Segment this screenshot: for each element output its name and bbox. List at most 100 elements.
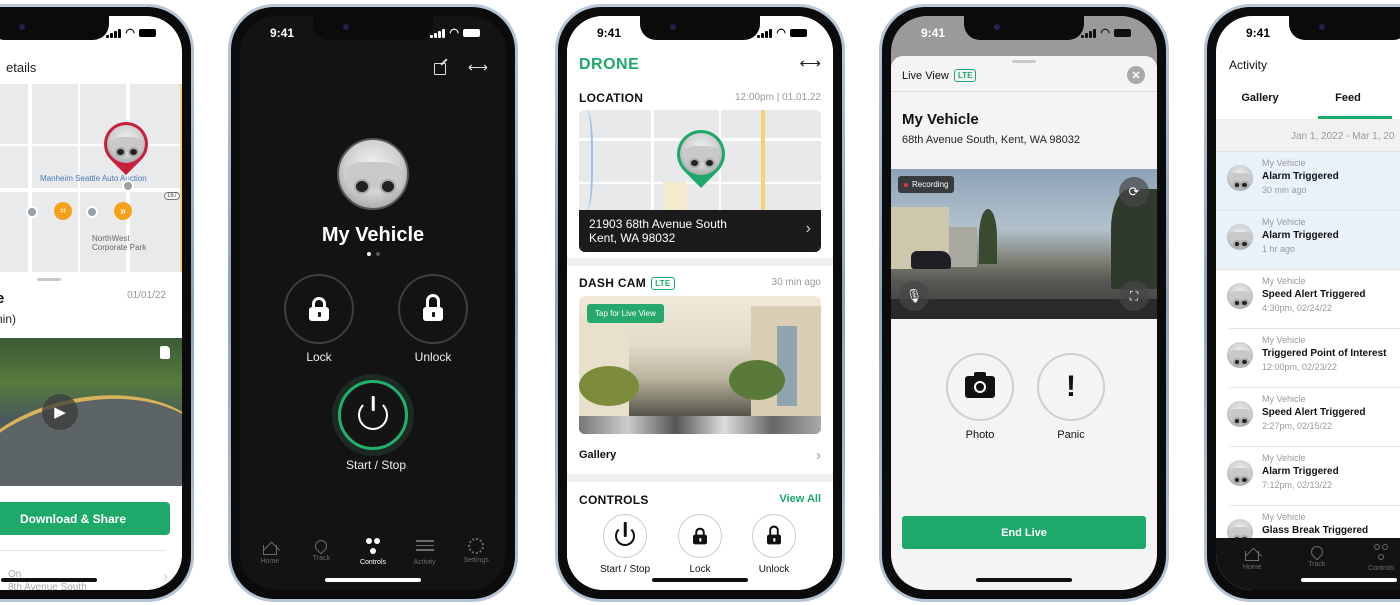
- unlock-button[interactable]: [398, 274, 468, 344]
- tab-track[interactable]: Track: [296, 537, 348, 590]
- feed-item-source: My Vehicle: [1262, 394, 1306, 404]
- feed-item[interactable]: My Vehicle Speed Alert Triggered 2:27pm, 0…: [1227, 388, 1400, 447]
- feed-item-source: My Vehicle: [1262, 158, 1306, 168]
- address-line2: Kent, WA 98032: [589, 231, 676, 245]
- sheet-title: Live View LTE: [902, 69, 977, 82]
- drag-handle[interactable]: [37, 278, 61, 281]
- location-timestamp: 12:00pm | 01.01.22: [735, 92, 821, 103]
- speed-marker-icon[interactable]: »: [114, 202, 132, 220]
- phone-activity-feed: 9:41 ◠ Activity Gallery Feed Jan 1, 2022…: [1204, 4, 1400, 602]
- page-indicator[interactable]: [240, 252, 506, 256]
- trip-duration: nin): [0, 312, 17, 326]
- app-screenshots-showcase: 9:41 ◠ etails Manheim Seattle Auto Aucti…: [0, 0, 1400, 605]
- feed-item[interactable]: My Vehicle Speed Alert Triggered 4:30pm, 0…: [1227, 270, 1400, 329]
- feed-item[interactable]: My Vehicle Alarm Triggered 1 hr ago: [1216, 211, 1400, 270]
- tab-activity[interactable]: Activity: [399, 538, 451, 590]
- feed-item[interactable]: My Vehicle Alarm Triggered 7:12pm, 02/13/2…: [1227, 447, 1400, 506]
- swap-vehicle-icon[interactable]: ⟷: [799, 54, 821, 72]
- wifi-icon: ◠: [1100, 26, 1110, 39]
- live-view-chip[interactable]: Tap for Live View: [587, 304, 664, 323]
- close-icon[interactable]: ✕: [1127, 66, 1145, 84]
- feed-item-event: Alarm Triggered: [1262, 230, 1339, 241]
- address-line1: 21903 68th Avenue South: [589, 217, 727, 231]
- lock-button[interactable]: [284, 274, 354, 344]
- notch: [964, 16, 1084, 40]
- signal-icon: [106, 28, 122, 38]
- camera-icon: [965, 372, 995, 398]
- unlock-button[interactable]: [752, 514, 796, 558]
- sd-card-icon: [160, 346, 170, 359]
- recording-indicator: Recording: [898, 176, 955, 193]
- start-stop-button[interactable]: [332, 374, 414, 456]
- record-dot-icon: [904, 182, 908, 187]
- vehicle-location-pin[interactable]: [94, 112, 158, 176]
- location-card: LOCATION 12:00pm | 01.01.22 21903 68th A…: [567, 80, 833, 258]
- live-view-sheet: Live View LTE ✕ My Vehicle 68th Avenue So…: [891, 56, 1157, 590]
- switch-camera-icon[interactable]: ⟳: [1119, 177, 1149, 207]
- lock-button[interactable]: [678, 514, 722, 558]
- download-share-button[interactable]: Download & Share: [0, 502, 170, 535]
- vehicle-name: My Vehicle: [321, 224, 425, 246]
- swap-vehicle-icon[interactable]: ⟷: [468, 59, 488, 76]
- feed-item-event: Speed Alert Triggered: [1262, 289, 1366, 300]
- tab-track[interactable]: Track: [1291, 543, 1343, 590]
- tab-gallery[interactable]: Gallery: [1216, 80, 1304, 119]
- controls-icon: [364, 538, 382, 556]
- vehicle-address: 68th Avenue South, Kent, WA 98032: [902, 134, 1080, 146]
- trip-video[interactable]: ▶: [0, 338, 182, 486]
- battery-icon: [790, 29, 807, 37]
- panic-button[interactable]: !: [1037, 353, 1105, 421]
- start-stop-label: Start / Stop: [345, 458, 407, 472]
- lock-icon: [693, 527, 707, 545]
- panic-label: Panic: [1057, 429, 1085, 441]
- date-range-filter[interactable]: Jan 1, 2022 - Mar 1, 20: [1216, 120, 1400, 152]
- activity-tabs: Gallery Feed: [1216, 80, 1400, 120]
- trip-point-marker[interactable]: [122, 180, 134, 192]
- tab-settings[interactable]: Settings: [450, 538, 502, 590]
- tab-feed[interactable]: Feed: [1304, 80, 1392, 119]
- feed-item[interactable]: My Vehicle Alarm Triggered 30 min ago: [1216, 152, 1400, 211]
- unlock-label: Unlock: [414, 350, 452, 364]
- trip-map[interactable]: Manheim Seattle Auto Auction NorthWest C…: [0, 84, 182, 272]
- microphone-icon[interactable]: 🎙: [899, 281, 929, 311]
- feed-item[interactable]: My Vehicle Triggered Point of Interest 12:…: [1227, 329, 1400, 388]
- dashcam-updated: 30 min ago: [771, 277, 821, 288]
- start-stop-label: Start / Stop: [599, 564, 651, 575]
- tab-controls[interactable]: Controls: [347, 538, 399, 590]
- tab-home[interactable]: Home: [1226, 544, 1278, 590]
- play-icon[interactable]: ▶: [42, 394, 78, 430]
- tab-home[interactable]: Home: [244, 538, 296, 590]
- lock-label: Lock: [689, 564, 711, 575]
- end-live-button[interactable]: End Live: [902, 516, 1146, 549]
- live-video-feed[interactable]: Recording ⟳ 🎙 ⛶: [891, 169, 1157, 319]
- photo-button[interactable]: [946, 353, 1014, 421]
- vehicle-location-pin[interactable]: [667, 120, 735, 188]
- geofence-marker-icon[interactable]: ⌗: [54, 202, 72, 220]
- location-map[interactable]: [579, 110, 821, 210]
- dashcam-snapshot[interactable]: Tap for Live View: [579, 296, 821, 434]
- page-title: Activity: [1229, 58, 1268, 72]
- start-stop-button[interactable]: [603, 514, 647, 558]
- dashcam-title: DASH CAM LTE: [579, 276, 675, 290]
- tab-controls[interactable]: Controls: [1355, 544, 1400, 590]
- trip-point-marker[interactable]: [26, 206, 38, 218]
- gallery-row[interactable]: Gallery ›: [579, 444, 821, 466]
- home-indicator: [1301, 578, 1397, 582]
- status-time: 9:41: [270, 26, 295, 40]
- controls-card: CONTROLS View All Start / Stop Lock Unlo…: [567, 482, 833, 590]
- trip-point-marker[interactable]: [86, 206, 98, 218]
- fullscreen-icon[interactable]: ⛶: [1119, 281, 1149, 311]
- view-all-link[interactable]: View All: [779, 493, 821, 505]
- phone-live-view: 9:41 ◠ Live View LTE ✕ My Vehicle 68th Av…: [879, 4, 1169, 602]
- notch: [1289, 16, 1400, 40]
- controls-icon: [1372, 544, 1390, 562]
- battery-icon: [1114, 29, 1131, 37]
- edit-icon[interactable]: [433, 63, 446, 75]
- vehicle-thumbnail: [1227, 460, 1253, 486]
- chevron-right-icon: ›: [816, 446, 821, 464]
- phone-controls-dark: 9:41 ◠ ⟷ My Vehicle Lock Unlock Start / …: [228, 4, 518, 602]
- signal-icon: [1081, 28, 1097, 38]
- brand-logo: DRONE: [579, 56, 640, 73]
- vehicle-avatar: [337, 138, 409, 210]
- address-row[interactable]: 21903 68th Avenue South Kent, WA 98032 ›: [579, 210, 821, 252]
